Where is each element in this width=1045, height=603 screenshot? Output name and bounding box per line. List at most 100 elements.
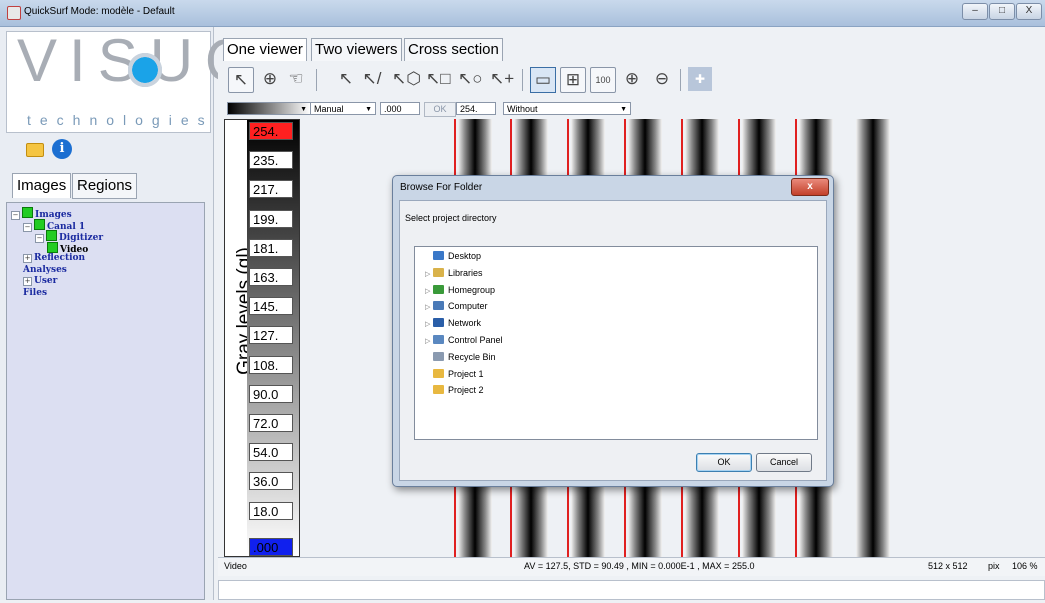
min-value-input[interactable]: .000: [380, 102, 420, 115]
collapse-icon[interactable]: −: [23, 222, 32, 232]
folder-item[interactable]: Desktop: [425, 251, 481, 261]
homegroup-icon: [433, 284, 444, 294]
tab-two-viewers[interactable]: Two viewers: [311, 38, 402, 62]
scale-tick-label: 36.0: [249, 472, 293, 491]
folder-item[interactable]: Project 2: [425, 385, 484, 395]
tree-node[interactable]: + User: [23, 276, 57, 286]
select-ellipse-icon[interactable]: ↖○: [458, 67, 483, 91]
scale-tick-label: 217.: [249, 180, 293, 199]
open-folder-icon[interactable]: [26, 143, 44, 157]
info-icon[interactable]: i: [52, 139, 72, 159]
tree-node[interactable]: Analyses: [23, 265, 67, 275]
command-bar[interactable]: [218, 580, 1045, 600]
fit-full-icon[interactable]: ⊞: [560, 67, 586, 93]
left-panel: VISUOL technologies i Images Regions −Im…: [0, 27, 297, 600]
folder-list[interactable]: Desktop ▷ Libraries ▷ Homegroup ▷ Computer ▷ Net…: [414, 246, 818, 440]
scale-tick-label: 72.0: [249, 414, 293, 432]
info-probe-icon[interactable]: ⊕: [258, 67, 282, 91]
tree-node-label: Files: [23, 287, 48, 298]
status-zoom: 106 %: [1012, 561, 1038, 571]
minimize-button[interactable]: –: [962, 3, 988, 20]
scale-tick-label: 127.: [249, 326, 293, 345]
tab-one-viewer[interactable]: One viewer: [223, 38, 307, 62]
node-checkbox[interactable]: [47, 241, 58, 253]
dialog-ok-button[interactable]: OK: [696, 453, 752, 472]
folder-item-label: Homegroup: [448, 284, 496, 295]
pointer-icon[interactable]: ↖: [228, 67, 254, 93]
hand-pan-icon[interactable]: ☜: [284, 67, 308, 91]
tree-node[interactable]: + Reflection: [23, 253, 85, 263]
folder-item-label: Libraries: [448, 267, 483, 278]
mode-select[interactable]: Manual ▼: [310, 102, 376, 115]
folder-item[interactable]: Project 1: [425, 368, 484, 379]
dialog-title: Browse For Folder: [400, 182, 483, 193]
expand-arrow-icon[interactable]: ▷: [425, 287, 433, 295]
dialog-close-button[interactable]: x: [791, 178, 829, 196]
tab-cross-section[interactable]: Cross section: [404, 38, 503, 62]
zoom-in-icon[interactable]: ⊕: [620, 67, 644, 91]
tree-node[interactable]: Files: [23, 288, 47, 298]
dialog-prompt: Select project directory: [405, 213, 497, 223]
grating-stripe: [856, 119, 890, 557]
expand-icon[interactable]: +: [23, 277, 32, 286]
expand-arrow-icon[interactable]: ▷: [425, 270, 433, 278]
network-icon: [433, 318, 444, 328]
status-size: 512 x 512: [928, 561, 968, 571]
node-checkbox[interactable]: [22, 207, 33, 218]
ok-button[interactable]: OK: [424, 102, 456, 117]
crosshair-icon[interactable]: ✚: [688, 67, 712, 91]
palette-gradient-select[interactable]: ▼: [227, 102, 311, 115]
status-source: Video: [224, 561, 247, 571]
gray-level-scale: Gray levels (gl) 254. 235. 217. 199. 181. 163…: [224, 119, 300, 557]
close-button[interactable]: X: [1016, 3, 1042, 20]
max-value-input[interactable]: 254.: [456, 102, 496, 115]
scale-tick-label: 90.0: [249, 384, 293, 403]
folder-item[interactable]: Recycle Bin: [425, 351, 496, 362]
tab-images[interactable]: Images: [12, 173, 72, 198]
scale-tick-label: 235.: [249, 151, 293, 170]
folder-item[interactable]: ▷ Network: [425, 318, 481, 328]
node-checkbox[interactable]: [46, 230, 57, 241]
select-add-icon[interactable]: ↖+: [490, 67, 514, 91]
logo-subtext: technologies: [27, 112, 214, 128]
window-title: QuickSurf Mode: modèle - Default: [24, 6, 175, 17]
collapse-icon[interactable]: −: [35, 234, 44, 243]
scale-tick-label: 54.0: [249, 443, 293, 462]
lut-select[interactable]: Without ▼: [503, 102, 631, 115]
scale-tick-label: 254.: [249, 122, 293, 140]
control-panel-icon: [433, 335, 444, 344]
expand-arrow-icon[interactable]: ▷: [425, 337, 433, 345]
collapse-icon[interactable]: −: [11, 211, 20, 220]
folder-item[interactable]: ▷ Control Panel: [425, 335, 503, 345]
tab-regions[interactable]: Regions: [72, 173, 138, 199]
folder-item-label: Network: [448, 318, 482, 329]
folder-item-label: Project 1: [448, 368, 484, 379]
scale-tick-label: 108.: [249, 355, 293, 374]
select-rectangle-icon[interactable]: ↖□: [426, 67, 451, 91]
select-line-icon[interactable]: ↖/: [360, 67, 384, 91]
select-point-icon[interactable]: ↖: [334, 67, 358, 91]
scale-tick-label: 181.: [249, 238, 293, 257]
image-tree[interactable]: − Images − Canal 1− Digitizer Video + Reflectio…: [6, 202, 205, 600]
folder-item[interactable]: ▷ Computer: [425, 301, 488, 311]
expand-icon[interactable]: +: [23, 254, 32, 263]
expand-arrow-icon[interactable]: ▷: [425, 320, 433, 328]
display-controls: ▼ Manual ▼ .000 OK 254. Without ▼: [218, 100, 1045, 118]
node-checkbox[interactable]: [34, 218, 45, 230]
folder-icon: [433, 385, 444, 395]
folder-item[interactable]: ▷ Homegroup: [425, 284, 496, 295]
scale-tick-label: 163.: [249, 268, 293, 286]
select-polygon-icon[interactable]: ↖⬡: [392, 67, 421, 91]
scale-tick-label: .000: [249, 538, 293, 556]
fit-window-icon[interactable]: ▭: [530, 67, 556, 93]
folder-item[interactable]: ▷ Libraries: [425, 267, 483, 278]
zoom-100-icon[interactable]: 100: [590, 67, 616, 93]
zoom-out-icon[interactable]: ⊖: [650, 67, 674, 91]
expand-arrow-icon[interactable]: ▷: [425, 303, 433, 311]
dialog-cancel-button[interactable]: Cancel: [756, 453, 812, 472]
tree-node-label: Analyses: [23, 264, 67, 275]
viewer-toolbar: ↖ ⊕ ☜ ↖ ↖/ ↖⬡ ↖□ ↖○ ↖+ ▭ ⊞ 100 ⊕ ⊖ ✚: [218, 61, 1045, 99]
maximize-button[interactable]: □: [989, 3, 1015, 20]
folder-icon: [433, 368, 444, 378]
status-stats: AV = 127.5, STD = 90.49 , MIN = 0.000E-1…: [524, 561, 755, 571]
